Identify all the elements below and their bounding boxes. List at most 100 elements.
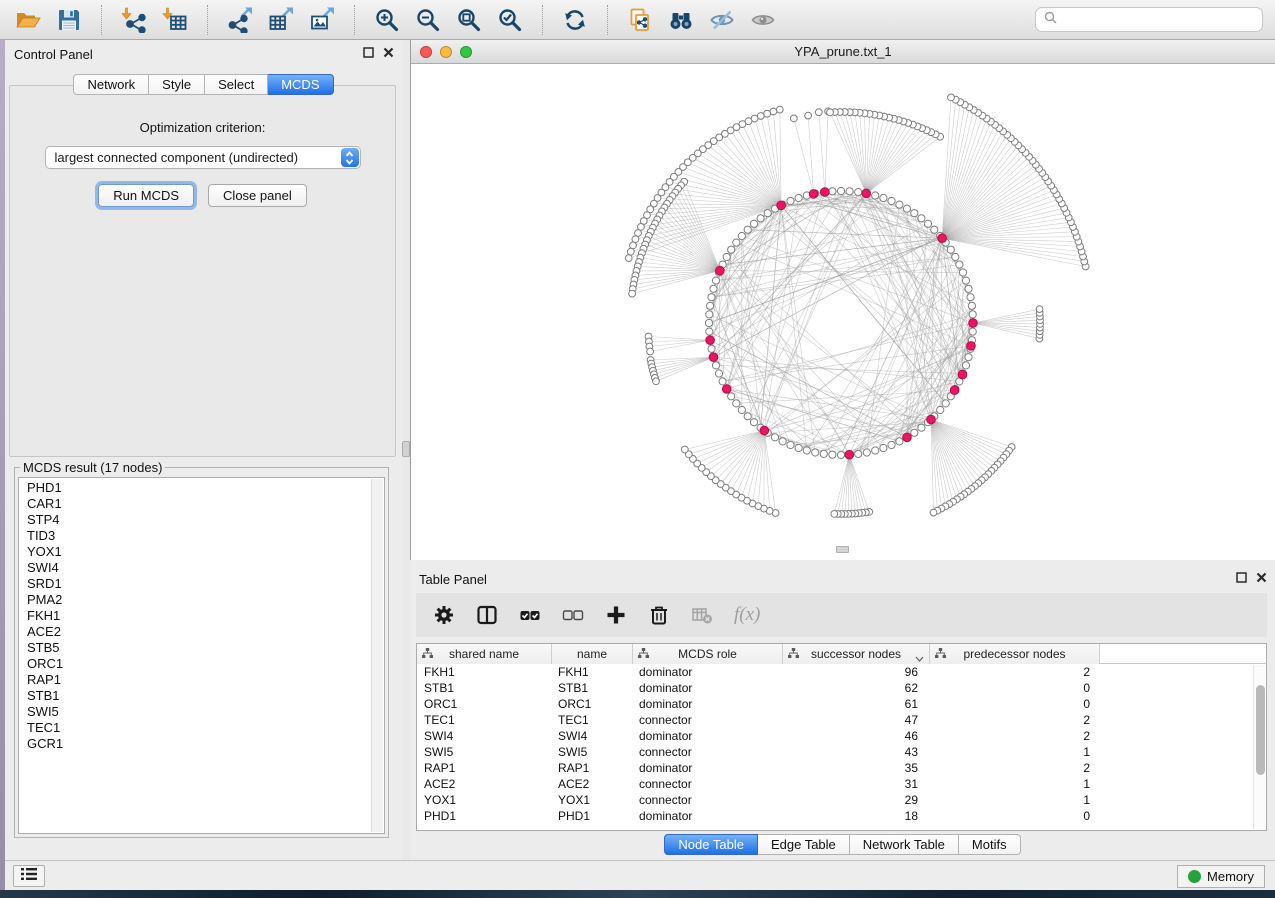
import-table-icon[interactable] [159,4,191,36]
network-node[interactable] [969,328,976,335]
network-node[interactable] [863,449,870,456]
tab-node-table[interactable]: Node Table [664,834,758,855]
tab-edge-table[interactable]: Edge Table [758,834,850,855]
mcds-result-item[interactable]: STB5 [27,640,370,656]
network-node[interactable] [948,94,955,101]
network-node[interactable] [738,232,745,239]
network-node[interactable] [728,246,735,253]
network-node[interactable] [733,400,740,407]
network-node[interactable] [969,311,976,318]
network-node[interactable] [956,261,963,268]
network-node[interactable] [630,242,637,249]
dominator-node[interactable] [950,386,959,395]
mcds-result-item[interactable]: STB1 [27,688,370,704]
mcds-result-item[interactable]: PMA2 [27,592,370,608]
network-node[interactable] [728,393,735,400]
sort-desc-icon[interactable] [915,651,924,665]
table-row[interactable]: FKH1FKH1dominator962 [417,664,1266,680]
network-node[interactable] [967,294,974,301]
mcds-result-item[interactable]: TEC1 [27,720,370,736]
network-node[interactable] [647,348,654,355]
network-node[interactable] [911,429,918,436]
dominator-node[interactable] [777,201,786,210]
table-row[interactable]: TEC1TEC1connector472 [417,712,1266,728]
network-node[interactable] [764,110,771,117]
mcds-result-item[interactable]: GCR1 [27,736,370,752]
table-scrollbar-thumb[interactable] [1256,685,1265,775]
network-node[interactable] [706,311,713,318]
network-node[interactable] [750,419,757,426]
table-row[interactable]: STB1STB1dominator620 [417,680,1266,696]
network-node[interactable] [911,210,918,217]
dominator-node[interactable] [722,385,731,394]
table-row[interactable]: ACE2ACE2connector311 [417,776,1266,792]
network-node[interactable] [837,187,844,194]
dominator-node[interactable] [958,370,967,379]
network-node[interactable] [896,201,903,208]
network-node[interactable] [965,354,972,361]
search-input[interactable] [1063,12,1254,28]
network-node[interactable] [787,441,794,448]
network-node[interactable] [805,112,812,119]
network-node[interactable] [779,438,786,445]
network-node[interactable] [888,441,895,448]
network-node[interactable] [962,277,969,284]
mcds-result-item[interactable]: TID3 [27,528,370,544]
close-panel-button[interactable]: Close panel [208,184,307,207]
network-node[interactable] [959,269,966,276]
network-canvas[interactable] [411,64,1275,560]
network-node[interactable] [965,285,972,292]
mcds-result-item[interactable]: RAP1 [27,672,370,688]
dominator-node[interactable] [967,342,976,351]
table-row[interactable]: RAP1RAP1dominator352 [417,760,1266,776]
table-row[interactable]: SWI5SWI5connector431 [417,744,1266,760]
dominator-node[interactable] [709,353,718,362]
mcds-result-item[interactable]: PHD1 [27,480,370,496]
export-table-icon[interactable] [265,4,297,36]
network-node[interactable] [776,106,783,113]
settings-icon[interactable] [433,604,455,626]
float-icon[interactable] [1236,572,1247,583]
network-node[interactable] [744,226,751,233]
run-mcds-button[interactable]: Run MCDS [98,184,194,207]
network-node[interactable] [719,378,726,385]
table-row[interactable]: SWI4SWI4dominator462 [417,728,1266,744]
close-icon[interactable] [1256,572,1267,583]
network-node[interactable] [627,248,634,255]
network-titlebar[interactable]: YPA_prune.txt_1 [411,40,1275,64]
network-node[interactable] [750,220,757,227]
mcds-result-item[interactable]: SRD1 [27,576,370,592]
dominator-node[interactable] [938,234,947,243]
first-neighbors-icon[interactable] [665,4,697,36]
deselect-all-icon[interactable] [562,604,584,626]
tab-motifs[interactable]: Motifs [959,834,1021,855]
network-node[interactable] [795,444,802,451]
network-node[interactable] [770,108,777,115]
table-scrollbar[interactable] [1253,665,1265,829]
dominator-node[interactable] [706,336,715,345]
search-box[interactable] [1035,7,1263,32]
network-node[interactable] [880,444,887,451]
network-node[interactable] [937,406,944,413]
dominator-node[interactable] [845,450,854,459]
network-node[interactable] [764,210,771,217]
network-node[interactable] [803,447,810,454]
mcds-result-item[interactable]: FKH1 [27,608,370,624]
network-node[interactable] [820,450,827,457]
tab-select[interactable]: Select [205,74,268,95]
tab-network[interactable]: Network [73,74,149,95]
dominator-node[interactable] [760,426,769,435]
mcds-result-item[interactable]: CAR1 [27,496,370,512]
network-node[interactable] [896,438,903,445]
network-node[interactable] [952,253,959,260]
network-node[interactable] [757,215,764,222]
mcds-result-item[interactable]: ORC1 [27,656,370,672]
network-node[interactable] [733,239,740,246]
network-node[interactable] [744,413,751,420]
open-icon[interactable] [12,4,44,36]
memory-button[interactable]: Memory [1177,865,1265,888]
float-icon[interactable] [363,47,374,58]
network-node[interactable] [968,302,975,309]
show-columns-icon[interactable] [476,604,498,626]
mcds-result-item[interactable]: ACE2 [27,624,370,640]
